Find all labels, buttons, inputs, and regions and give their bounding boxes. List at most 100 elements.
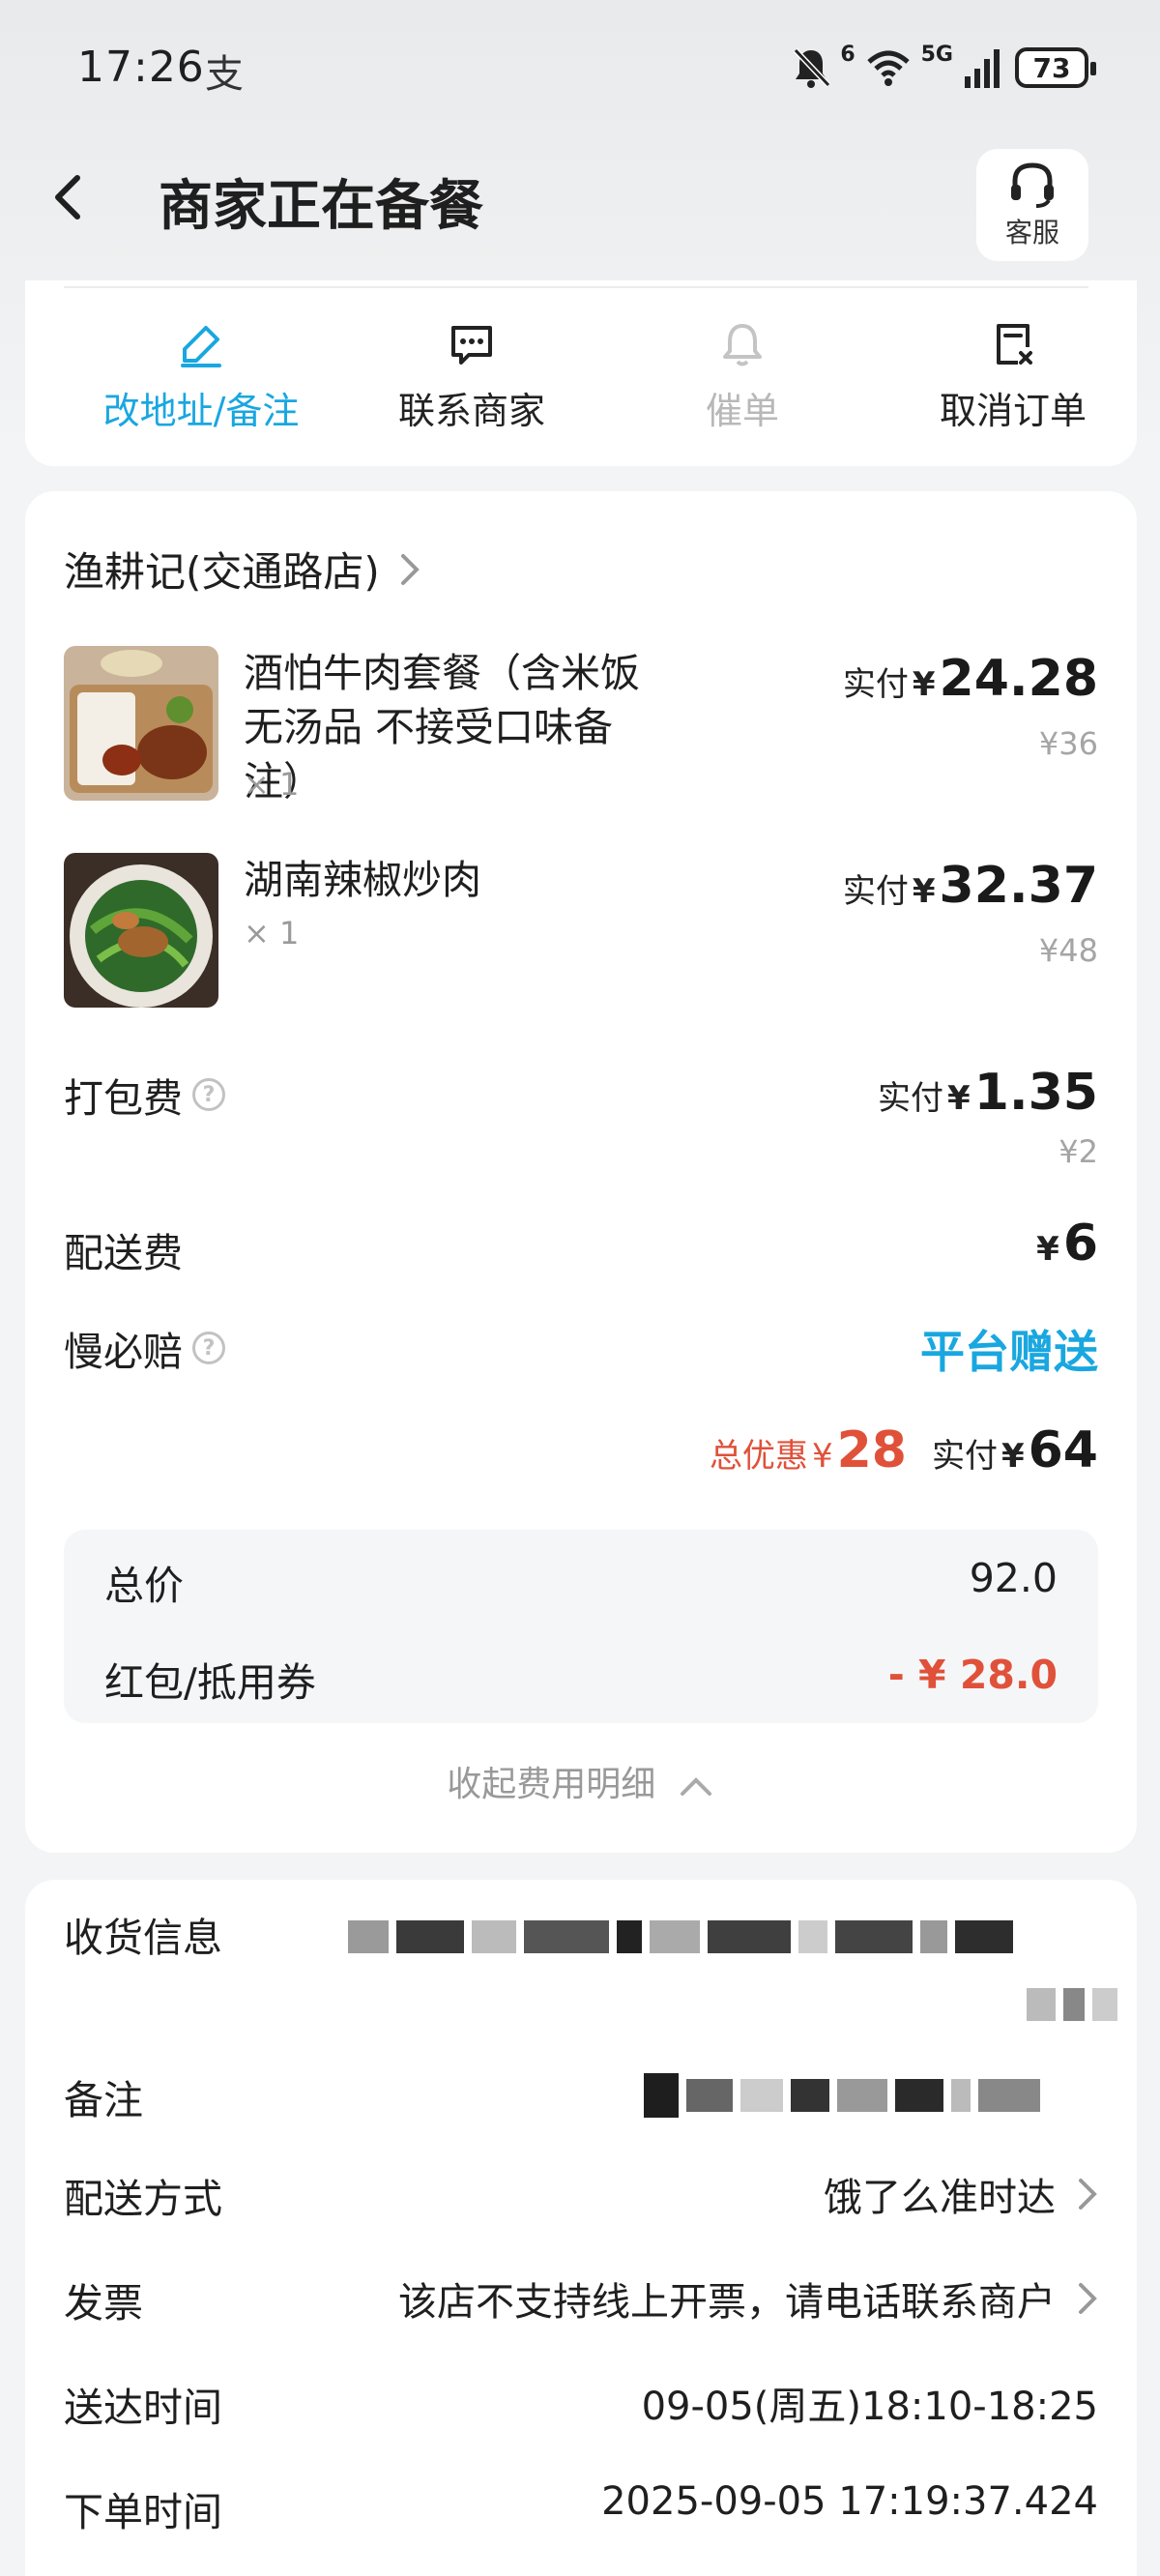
page-header: 商家正在备餐 客服 (0, 145, 1160, 261)
late-compensation-value: 平台赠送 (920, 1326, 1098, 1378)
food-image-chili-pork (64, 853, 218, 1008)
delivery-method-value: 饿了么准时达 (824, 2176, 1056, 2220)
packing-fee-row: 打包费 ? (64, 1066, 225, 1124)
food-image-beef-set (64, 646, 218, 801)
status-bar: 17:26 支 6 5G 73 (0, 0, 1160, 135)
remark-redacted (644, 2073, 1040, 2118)
order-time-label: 下单时间 (64, 2489, 222, 2535)
total-discount-amount: 28 (836, 1421, 907, 1479)
currency-symbol: ¥ (912, 872, 936, 911)
edit-address-remark-label: 改地址/备注 (102, 390, 300, 432)
shop-link[interactable]: 渔耕记(交通路店) (64, 540, 422, 599)
bell-icon (723, 324, 762, 366)
signal-icon (965, 49, 1000, 88)
paid-amount: 24.28 (939, 650, 1098, 708)
address-label: 收货信息 (64, 1915, 222, 1961)
address-redacted (1027, 1988, 1117, 2021)
customer-service-button[interactable]: 客服 (976, 149, 1088, 261)
paid-label: 实付 (878, 1079, 944, 1118)
mute-bell-icon (794, 47, 831, 88)
total-paid-amount: 64 (1028, 1421, 1098, 1479)
delivery-method-label: 配送方式 (64, 2176, 222, 2222)
item-name: 酒怕牛肉套餐（含米饭 无汤品 不接受口味备注） (244, 650, 640, 805)
total-discount-label: 总优惠 (709, 1437, 808, 1476)
help-icon[interactable]: ? (192, 1078, 225, 1111)
paid-label: 实付 (842, 665, 909, 704)
arrival-time-label: 送达时间 (64, 2385, 222, 2431)
coupon-label: 红包/抵用券 (104, 1659, 316, 1706)
customer-service-label: 客服 (1004, 217, 1059, 249)
headset-icon (1011, 162, 1054, 208)
currency-symbol: ¥ (912, 665, 936, 704)
delivery-fee-amount: 6 (1062, 1215, 1098, 1273)
page-title: 商家正在备餐 (159, 175, 483, 238)
packing-fee-label: 打包费 (64, 1075, 183, 1122)
late-compensation-row: 慢必赔 ? (64, 1319, 225, 1377)
urge-order-label: 催单 (705, 390, 779, 432)
contact-merchant-button[interactable]: 联系商家 (356, 317, 588, 434)
invoice-value: 该店不支持线上开票，请电话联系商户 (398, 2280, 1056, 2325)
edit-address-remark-button[interactable]: 改地址/备注 (85, 317, 317, 434)
alipay-icon: 支 (205, 52, 244, 97)
late-compensation-label: 慢必赔 (64, 1329, 183, 1375)
paid-amount: 32.37 (939, 857, 1098, 915)
item-paid: 实付 ¥ 24.28 (843, 650, 1098, 708)
help-icon[interactable]: ? (192, 1332, 225, 1364)
urge-order-button[interactable]: 催单 (626, 317, 858, 434)
chevron-up-icon (680, 1777, 711, 1796)
chevron-left-icon (55, 175, 80, 220)
original-price: ¥48 (1038, 932, 1098, 969)
invoice-row[interactable]: 该店不支持线上开票，请电话联系商户 (398, 2270, 1098, 2327)
delivery-fee-value: ¥ 6 (1036, 1215, 1098, 1273)
battery-icon: 73 (1015, 47, 1096, 88)
cancel-order-label: 取消订单 (939, 390, 1087, 432)
paid-label: 实付 (931, 1437, 998, 1476)
total-price-label: 总价 (104, 1563, 184, 1609)
chevron-right-icon (1079, 2179, 1097, 2210)
chat-icon (451, 326, 492, 365)
status-icons: 6 5G 73 (792, 42, 1096, 93)
contact-merchant-label: 联系商家 (397, 390, 545, 432)
currency-symbol: ¥ (1036, 1230, 1059, 1269)
item-quantity: × 1 (244, 915, 300, 951)
order-item[interactable]: 酒怕牛肉套餐（含米饭 无汤品 不接受口味备注） × 1 实付 ¥ 24.28 ¥… (64, 646, 1098, 810)
back-button[interactable] (35, 159, 112, 236)
chevron-right-icon (400, 553, 420, 585)
delivery-info-card: 收货信息 备注 配送方式 饿了么准时达 发票 该店不支持线上开票，请电话联系商户… (25, 1880, 1137, 2576)
order-summary: 总优惠 ¥ 28 实付 ¥ 64 (710, 1421, 1098, 1479)
divider (64, 286, 1088, 288)
item-paid: 实付 ¥ 32.37 (843, 857, 1098, 915)
remark-label: 备注 (64, 2077, 143, 2123)
wifi-icon (866, 50, 910, 86)
order-item[interactable]: 湖南辣椒炒肉 × 1 实付 ¥ 32.37 ¥48 (64, 853, 1098, 1017)
shop-name: 渔耕记(交通路店) (64, 548, 380, 596)
packing-fee-amount: 1.35 (973, 1064, 1098, 1122)
order-actions-card: 改地址/备注 联系商家 催单 取消订单 (25, 280, 1137, 466)
status-time: 17:26 (77, 43, 205, 92)
cancel-order-button[interactable]: 取消订单 (897, 317, 1129, 434)
currency-symbol: ¥ (1000, 1437, 1025, 1476)
delivery-fee-label: 配送费 (64, 1230, 183, 1276)
edit-icon (181, 326, 221, 367)
address-redacted (348, 1920, 1013, 1953)
network-type: 5G (920, 42, 953, 67)
currency-symbol: ¥ (947, 1079, 971, 1118)
coupon-value: - ¥ 28.0 (887, 1652, 1058, 1698)
order-time-value: 2025-09-05 17:19:37.424 (601, 2479, 1098, 2524)
wifi-badge: 6 (840, 42, 856, 67)
fee-breakdown: 总价 92.0 红包/抵用券 - ¥ 28.0 (64, 1530, 1098, 1723)
collapse-fee-details-button[interactable]: 收起费用明细 (25, 1756, 1137, 1806)
invoice-label: 发票 (64, 2280, 143, 2327)
collapse-fee-details-label: 收起费用明细 (447, 1765, 656, 1804)
original-price: ¥36 (1038, 725, 1098, 762)
item-quantity: × 1 (244, 766, 300, 803)
packing-fee-original: ¥2 (1058, 1133, 1098, 1170)
item-name: 湖南辣椒炒肉 (244, 857, 481, 903)
delivery-method-row[interactable]: 饿了么准时达 (824, 2166, 1098, 2222)
total-price-value: 92.0 (969, 1555, 1058, 1601)
chevron-right-icon (1079, 2283, 1097, 2314)
order-details-card: 渔耕记(交通路店) 酒怕牛肉套餐（含米饭 无汤品 不接受口味备注） × 1 实付… (25, 491, 1137, 1853)
paid-label: 实付 (842, 872, 909, 911)
arrival-time-value: 09-05(周五)18:10-18:25 (641, 2385, 1098, 2429)
cancel-order-icon (997, 324, 1032, 365)
